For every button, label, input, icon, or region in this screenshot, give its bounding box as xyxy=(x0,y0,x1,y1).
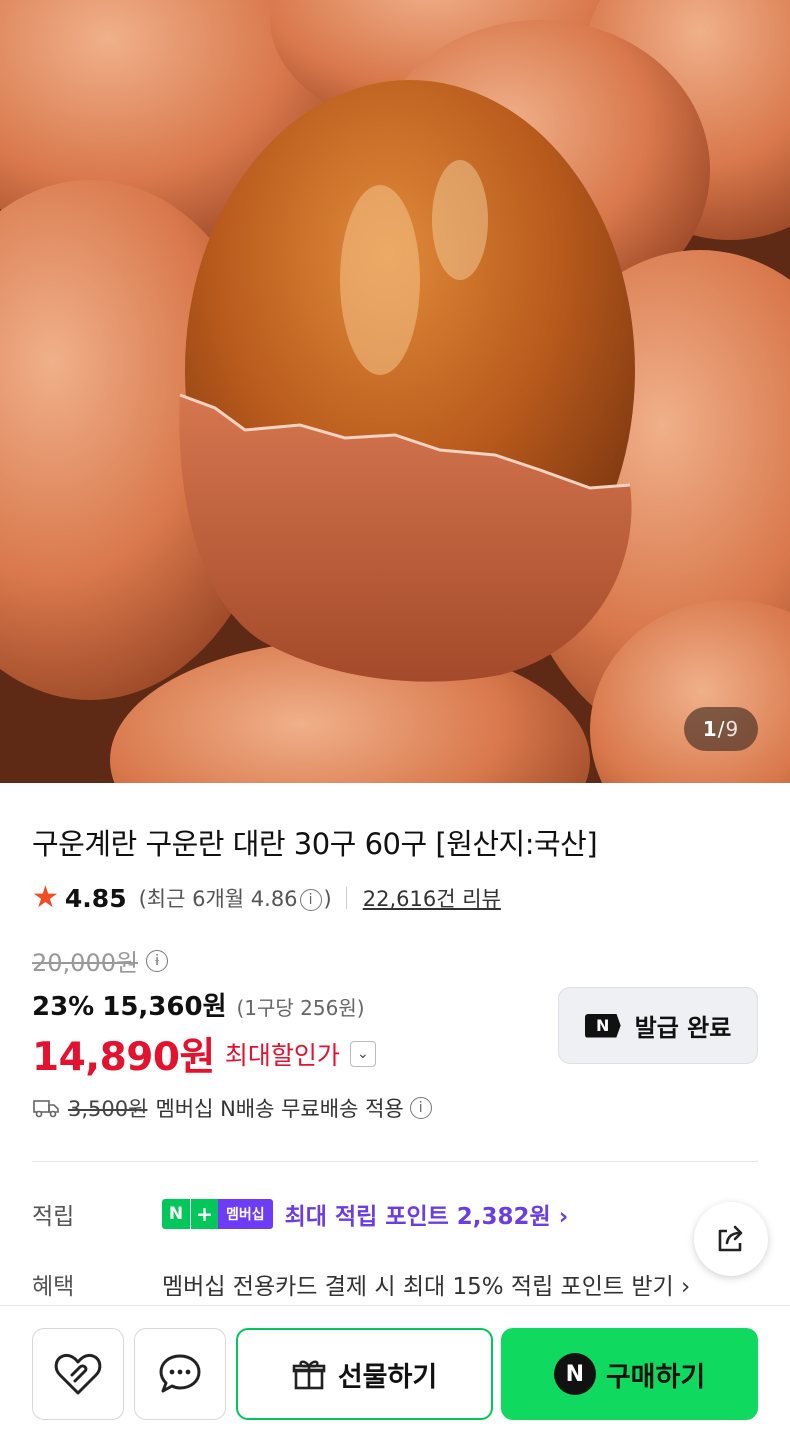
buy-label: 구매하기 xyxy=(605,1361,706,1393)
recent-rating: (최근 6개월 4.86 i) xyxy=(139,883,332,913)
wishlist-button[interactable] xyxy=(32,1328,124,1420)
section-divider xyxy=(32,1161,758,1162)
rating-value: 4.85 xyxy=(64,883,127,913)
benefit-text: 멤버십 전용카드 결제 시 최대 15% 적립 포인트 받기 › xyxy=(162,1274,691,1300)
info-icon[interactable]: i xyxy=(299,889,322,911)
image-index: 1 xyxy=(702,717,718,741)
shipping-row: 3,500원 멤버십 N배송 무료배송 적용 i xyxy=(32,1093,434,1123)
image-counter: 1/9 xyxy=(684,707,758,751)
plus-icon: + xyxy=(190,1199,218,1229)
product-image[interactable]: 1/9 xyxy=(0,0,790,783)
max-discount-label: 최대할인가 xyxy=(224,1041,340,1070)
recent-rating-text: (최근 6개월 4.86 xyxy=(138,887,298,911)
divider xyxy=(345,887,347,909)
benefit-row[interactable]: 혜택 멤버십 전용카드 결제 시 최대 15% 적립 포인트 받기 › xyxy=(32,1267,690,1301)
membership-badge: N + 멤버십 xyxy=(162,1199,273,1229)
points-text: 최대 적립 포인트 2,382원 › xyxy=(284,1204,569,1230)
coupon-label: 발급 완료 xyxy=(634,1014,732,1042)
product-title: 구운계란 구운란 대란 30구 60구 [원산지:국산] xyxy=(32,827,598,861)
recent-rating-close: ) xyxy=(323,887,332,911)
benefit-label: 혜택 xyxy=(32,1274,75,1300)
naver-n-icon: N xyxy=(553,1353,596,1395)
original-price-value: 20,000원 xyxy=(32,949,139,977)
image-total: 9 xyxy=(725,717,740,741)
naver-n-icon: N xyxy=(162,1199,190,1229)
sale-price-row: 23% 15,360원 (1구당 256원) xyxy=(32,986,365,1023)
shipping-text: 멤버십 N배송 무료배송 적용 xyxy=(155,1097,404,1121)
rating-row: ★ 4.85 (최근 6개월 4.86 i) 22,616건 리뷰 xyxy=(32,883,501,913)
share-button[interactable] xyxy=(694,1202,768,1276)
gift-icon xyxy=(292,1360,326,1390)
discount-rate: 23% xyxy=(32,992,95,1022)
gift-label: 선물하기 xyxy=(337,1361,438,1393)
buy-button[interactable]: N 구매하기 xyxy=(501,1328,758,1420)
membership-label: 멤버십 xyxy=(218,1199,273,1229)
star-icon: ★ xyxy=(32,880,59,915)
gift-button[interactable]: 선물하기 xyxy=(236,1328,493,1420)
chat-button[interactable] xyxy=(134,1328,226,1420)
unit-price: (1구당 256원) xyxy=(236,996,365,1020)
max-discount-row: 14,890원 최대할인가 ⌄ xyxy=(32,1026,376,1082)
original-price: 20,000원 i xyxy=(32,943,170,978)
heart-icon xyxy=(54,1353,102,1395)
max-discount-price: 14,890원 xyxy=(32,1035,215,1080)
truck-icon xyxy=(33,1100,59,1118)
coupon-button[interactable]: N 발급 완료 xyxy=(558,987,758,1064)
image-separator: / xyxy=(717,717,726,741)
share-icon xyxy=(718,1225,743,1252)
chat-icon xyxy=(159,1354,201,1393)
points-row[interactable]: 적립 N + 멤버십 최대 적립 포인트 2,382원 › xyxy=(32,1197,568,1231)
reviews-link[interactable]: 22,616건 리뷰 xyxy=(363,883,501,913)
bottom-action-bar: 선물하기 N 구매하기 xyxy=(0,1305,790,1440)
sale-price: 15,360원 xyxy=(102,992,227,1022)
info-icon[interactable]: i xyxy=(409,1097,432,1119)
chevron-down-icon[interactable]: ⌄ xyxy=(349,1041,376,1067)
shipping-fee: 3,500원 xyxy=(68,1097,148,1121)
naver-n-icon: N xyxy=(584,1013,621,1038)
info-icon[interactable]: i xyxy=(146,949,169,972)
points-label: 적립 xyxy=(32,1204,75,1230)
egg-photo xyxy=(0,0,790,783)
